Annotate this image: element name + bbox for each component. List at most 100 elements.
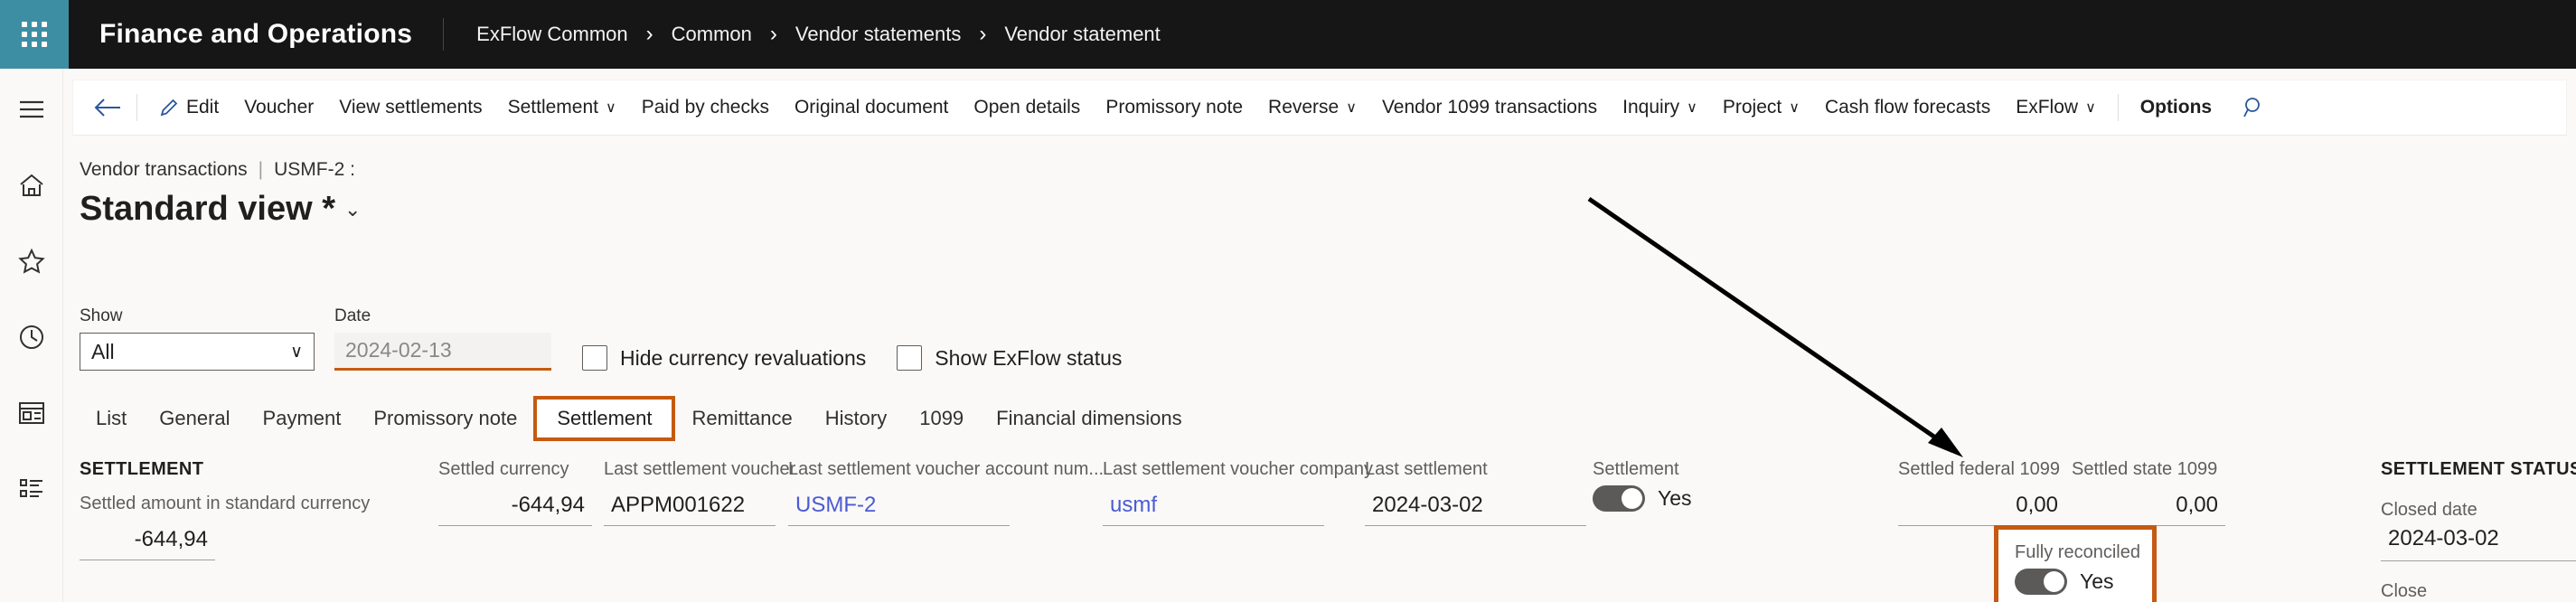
chevron-down-icon: ∨ bbox=[1687, 100, 1697, 116]
command-label: Original document bbox=[794, 97, 949, 118]
settled-amount-standard-currency-field: Settled amount in standard currency -644… bbox=[80, 494, 371, 560]
date-input[interactable]: 2024-02-13 bbox=[334, 333, 551, 371]
field-value[interactable]: 2024-03-02 bbox=[1365, 487, 1586, 526]
fully-reconciled-toggle[interactable]: Yes bbox=[2015, 563, 2152, 595]
command-label: Vendor 1099 transactions bbox=[1381, 97, 1598, 118]
application-window: Finance and Operations ExFlow Common › C… bbox=[0, 0, 2576, 602]
chevron-down-icon[interactable]: ⌄ bbox=[344, 198, 361, 229]
chevron-down-icon: ∨ bbox=[1789, 100, 1800, 116]
clock-icon[interactable] bbox=[11, 316, 52, 358]
command-label: Promissory note bbox=[1105, 97, 1244, 118]
field-label: Settled amount in standard currency bbox=[80, 494, 371, 513]
edit-label: Edit bbox=[186, 97, 220, 118]
breadcrumb-item-2[interactable]: Vendor statements bbox=[795, 23, 961, 46]
show-exflow-status-checkbox[interactable]: Show ExFlow status bbox=[897, 345, 1122, 371]
field-value[interactable]: -644,94 bbox=[438, 487, 592, 526]
command-item-settlement[interactable]: Settlement ∨ bbox=[495, 88, 629, 127]
command-item-cash-flow-forecasts[interactable]: Cash flow forecasts bbox=[1812, 88, 2003, 127]
hamburger-menu-icon[interactable] bbox=[11, 89, 52, 130]
field-value[interactable]: -644,94 bbox=[80, 522, 215, 560]
breadcrumb-item-0[interactable]: ExFlow Common bbox=[476, 23, 627, 46]
closed-date-field: Closed date 2024-03-02 bbox=[2381, 500, 2576, 561]
command-item-project[interactable]: Project ∨ bbox=[1710, 88, 1812, 127]
toggle-switch[interactable] bbox=[2015, 569, 2067, 595]
tab-general[interactable]: General bbox=[143, 398, 246, 439]
command-item-reverse[interactable]: Reverse ∨ bbox=[1255, 88, 1369, 127]
show-filter: Show All ∨ bbox=[80, 306, 315, 371]
checkbox-box[interactable] bbox=[897, 345, 923, 371]
field-label: Settled state 1099 bbox=[2072, 459, 2218, 479]
settlement-status-panel: SETTLEMENT STATUS Closed date 2024-03-02… bbox=[2381, 459, 2576, 602]
date-value: 2024-02-13 bbox=[345, 338, 452, 362]
field-value-link[interactable]: USMF-2 bbox=[788, 487, 1010, 526]
field-value[interactable]: 0,00 bbox=[1898, 487, 2065, 526]
brand-title[interactable]: Finance and Operations bbox=[69, 0, 443, 69]
options-label: Options bbox=[2139, 97, 2213, 118]
date-filter: Date 2024-02-13 bbox=[334, 306, 551, 371]
field-label: Last settlement bbox=[1365, 459, 1488, 479]
show-select[interactable]: All ∨ bbox=[80, 333, 315, 371]
settlement-toggle[interactable]: Yes bbox=[1593, 480, 1800, 512]
fully-reconciled-label: Fully reconciled bbox=[2015, 542, 2140, 562]
last-settlement-voucher-account-field: Last settlement voucher account num... U… bbox=[788, 459, 1105, 526]
caption-separator: | bbox=[258, 159, 264, 180]
command-divider bbox=[2117, 94, 2119, 121]
command-label: View settlements bbox=[339, 97, 483, 118]
command-divider bbox=[136, 94, 137, 121]
settlement-status-heading: SETTLEMENT STATUS bbox=[2381, 459, 2576, 479]
command-label: Settlement bbox=[507, 97, 598, 118]
tab-financial-dimensions[interactable]: Financial dimensions bbox=[980, 398, 1198, 439]
tab-1099[interactable]: 1099 bbox=[903, 398, 980, 439]
command-item-paid-by-checks[interactable]: Paid by checks bbox=[629, 88, 782, 127]
command-item-original-document[interactable]: Original document bbox=[782, 88, 961, 127]
record-caption: Vendor transactions | USMF-2 : bbox=[80, 159, 361, 181]
command-item-inquiry[interactable]: Inquiry ∨ bbox=[1610, 88, 1710, 127]
field-value[interactable]: APPM001622 bbox=[604, 487, 776, 526]
field-value[interactable]: 2024-03-02 bbox=[2381, 521, 2576, 561]
options-button[interactable]: Options bbox=[2128, 88, 2224, 127]
app-launcher-icon[interactable] bbox=[0, 0, 69, 69]
show-value: All bbox=[91, 339, 115, 363]
command-item-exflow[interactable]: ExFlow ∨ bbox=[2003, 88, 2109, 127]
edit-button[interactable]: Edit bbox=[146, 88, 231, 127]
field-value-link[interactable]: usmf bbox=[1103, 487, 1324, 526]
checkbox-box[interactable] bbox=[582, 345, 607, 371]
tab-payment[interactable]: Payment bbox=[247, 398, 358, 439]
back-arrow-icon[interactable] bbox=[88, 88, 127, 127]
star-icon[interactable] bbox=[11, 240, 52, 282]
workspace-icon[interactable] bbox=[11, 392, 52, 434]
page-title[interactable]: Standard view * ⌄ bbox=[80, 190, 361, 229]
checkbox-label: Hide currency revaluations bbox=[620, 345, 867, 370]
breadcrumb-item-3[interactable]: Vendor statement bbox=[1004, 23, 1160, 46]
settlement-group-heading: SETTLEMENT bbox=[80, 459, 204, 479]
tab-promissory-note[interactable]: Promissory note bbox=[357, 398, 533, 439]
tab-remittance[interactable]: Remittance bbox=[675, 398, 808, 439]
breadcrumb: ExFlow Common › Common › Vendor statemen… bbox=[444, 0, 1161, 69]
hide-currency-revaluations-checkbox[interactable]: Hide currency revaluations bbox=[582, 345, 866, 371]
home-icon[interactable] bbox=[11, 165, 52, 206]
top-navigation-bar: Finance and Operations ExFlow Common › C… bbox=[0, 0, 2576, 69]
field-value[interactable]: 0,00 bbox=[2072, 487, 2225, 526]
command-item-view-settlements[interactable]: View settlements bbox=[326, 88, 494, 127]
command-item-promissory-note[interactable]: Promissory note bbox=[1093, 88, 1255, 127]
tab-settlement[interactable]: Settlement bbox=[533, 396, 676, 441]
field-label: Last settlement voucher bbox=[604, 459, 796, 479]
last-settlement-voucher-field: Last settlement voucher APPM001622 bbox=[604, 459, 796, 526]
settled-state-1099-field: Settled state 1099 0,00 bbox=[2072, 459, 2225, 526]
toggle-label: Yes bbox=[1658, 486, 1692, 510]
breadcrumb-item-1[interactable]: Common bbox=[672, 23, 752, 46]
tab-list[interactable]: List bbox=[80, 398, 143, 439]
close-field: Close bbox=[2381, 581, 2576, 602]
command-item-voucher[interactable]: Voucher bbox=[231, 88, 326, 127]
toggle-switch[interactable] bbox=[1593, 485, 1645, 512]
command-label: Project bbox=[1722, 97, 1782, 118]
list-icon[interactable] bbox=[11, 468, 52, 510]
command-item-vendor-1099-transactions[interactable]: Vendor 1099 transactions bbox=[1369, 88, 1610, 127]
search-icon[interactable] bbox=[2233, 88, 2275, 127]
chevron-down-icon: ∨ bbox=[290, 342, 303, 362]
annotation-box-fully-reconciled: Fully reconciled Yes bbox=[1994, 525, 2157, 602]
page-header: Vendor transactions | USMF-2 : Standard … bbox=[80, 159, 361, 229]
filter-row: Show All ∨ Date 2024-02-13 Hide currency… bbox=[80, 306, 1122, 371]
command-item-open-details[interactable]: Open details bbox=[961, 88, 1093, 127]
tab-history[interactable]: History bbox=[809, 398, 903, 439]
